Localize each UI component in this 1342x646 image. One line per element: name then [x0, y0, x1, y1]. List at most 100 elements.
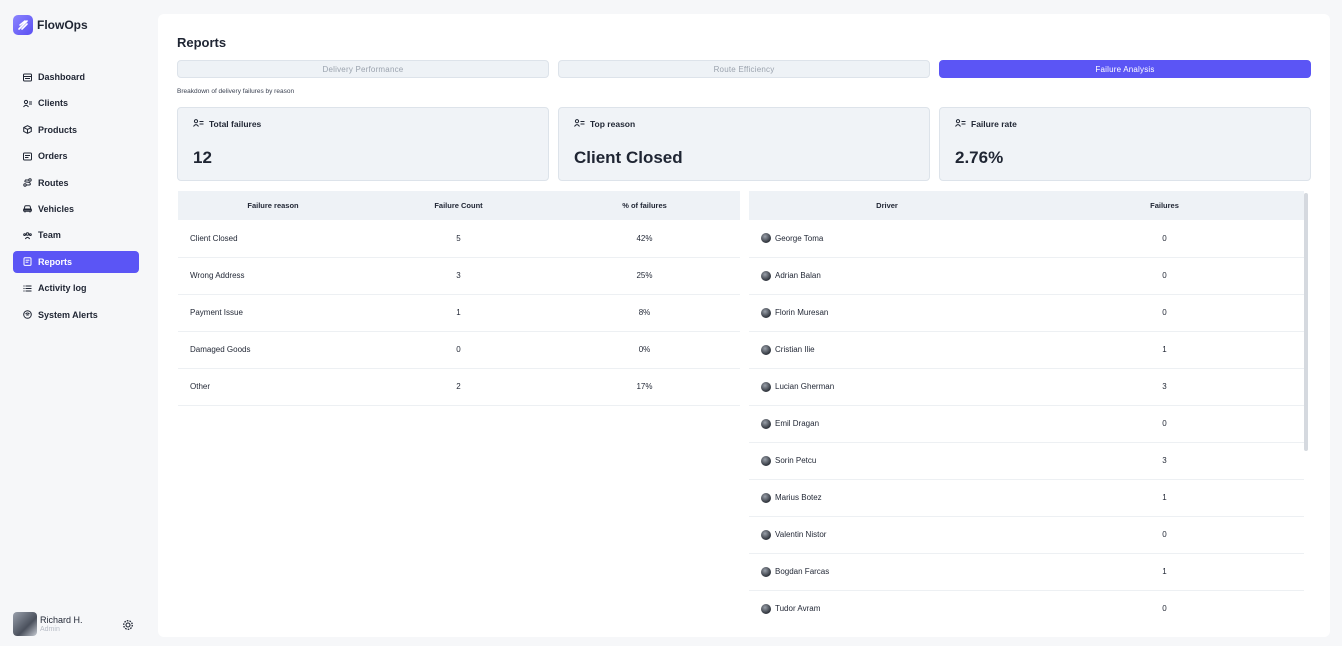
percent-cell: 25% [549, 257, 740, 295]
table-row[interactable]: Adrian Balan 0 [749, 257, 1304, 295]
percent-cell: 17% [549, 368, 740, 406]
percent-cell: 0% [549, 331, 740, 369]
sidebar: FlowOps Dashboard Clients Products Order… [0, 0, 152, 646]
sidebar-item-system-alerts[interactable]: System Alerts [13, 304, 139, 326]
table-row[interactable]: Tudor Avram 0 [749, 590, 1304, 617]
table-row[interactable]: Florin Muresan 0 [749, 294, 1304, 332]
sidebar-item-label: Clients [38, 98, 69, 109]
driver-avatar [761, 492, 771, 503]
user-profile[interactable]: Richard H. Admin [13, 612, 139, 636]
failures-cell: 0 [1025, 220, 1304, 258]
stat-value: 12 [193, 148, 212, 167]
count-cell: 1 [368, 294, 549, 332]
column-header[interactable]: Failure Count [368, 191, 549, 220]
tab-route-efficiency[interactable]: Route Efficiency [558, 60, 930, 78]
failures-cell: 1 [1025, 479, 1304, 517]
column-header[interactable]: Failure reason [178, 191, 368, 220]
sidebar-item-team[interactable]: Team [13, 224, 139, 246]
sidebar-item-products[interactable]: Products [13, 119, 139, 141]
driver-name: Adrian Balan [775, 271, 821, 280]
driver-name: Cristian Ilie [775, 345, 815, 354]
sidebar-item-orders[interactable]: Orders [13, 145, 139, 167]
sidebar-item-label: System Alerts [38, 309, 98, 320]
table-row[interactable]: Valentin Nistor 0 [749, 516, 1304, 554]
drivers-table-scroll[interactable]: Driver Failures George Toma 0 Adrian Bala… [749, 191, 1314, 617]
alerts-icon [23, 310, 32, 319]
count-cell: 5 [368, 220, 549, 258]
failures-cell: 1 [1025, 553, 1304, 591]
stat-value: Client Closed [574, 148, 683, 167]
stat-icon [574, 119, 585, 129]
table-row[interactable]: Client Closed 5 42% [178, 220, 740, 258]
list-icon [23, 284, 32, 293]
sidebar-item-vehicles[interactable]: Vehicles [13, 198, 139, 220]
driver-failures-table: Driver Failures George Toma 0 Adrian Bala… [749, 191, 1304, 617]
driver-avatar [761, 418, 771, 429]
driver-avatar [761, 455, 771, 466]
reason-cell: Wrong Address [178, 257, 368, 295]
reports-icon [23, 257, 32, 267]
sidebar-item-label: Orders [38, 151, 68, 162]
table-row[interactable]: Emil Dragan 0 [749, 405, 1304, 443]
count-cell: 2 [368, 368, 549, 406]
gear-icon[interactable] [122, 618, 134, 630]
sidebar-item-label: Activity log [38, 283, 87, 294]
driver-avatar [761, 381, 771, 392]
failures-cell: 3 [1025, 368, 1304, 406]
driver-name: Tudor Avram [775, 604, 821, 613]
sidebar-item-activity-log[interactable]: Activity log [13, 277, 139, 299]
avatar [13, 612, 37, 636]
failures-cell: 1 [1025, 331, 1304, 369]
reason-cell: Other [178, 368, 368, 406]
team-icon [23, 231, 32, 240]
clients-icon [23, 99, 32, 108]
driver-name: Valentin Nistor [775, 530, 827, 539]
failure-reasons-table: Failure reason Failure Count % of failur… [178, 191, 740, 406]
orders-icon [23, 152, 32, 161]
stat-card-top-reason: Top reason Client Closed [558, 107, 930, 181]
products-icon [23, 125, 32, 135]
driver-avatar [761, 603, 771, 614]
sidebar-item-routes[interactable]: Routes [13, 172, 139, 194]
driver-name: Marius Botez [775, 493, 822, 502]
main-panel: Reports Delivery Performance Route Effic… [158, 14, 1330, 637]
tab-failure-analysis[interactable]: Failure Analysis [939, 60, 1311, 78]
page-subtitle: Breakdown of delivery failures by reason [177, 88, 295, 95]
table-row[interactable]: Sorin Petcu 3 [749, 442, 1304, 480]
table-row[interactable]: Marius Botez 1 [749, 479, 1304, 517]
sidebar-item-dashboard[interactable]: Dashboard [13, 66, 139, 88]
failures-cell: 0 [1025, 405, 1304, 443]
sidebar-item-clients[interactable]: Clients [13, 92, 139, 114]
reason-cell: Damaged Goods [178, 331, 368, 369]
table-row[interactable]: Wrong Address 3 25% [178, 257, 740, 295]
column-header[interactable]: % of failures [549, 191, 740, 220]
percent-cell: 8% [549, 294, 740, 332]
table-row[interactable]: Other 2 17% [178, 368, 740, 406]
sidebar-item-label: Reports [38, 256, 73, 267]
scrollbar[interactable] [1304, 193, 1308, 451]
stat-card-failure-rate: Failure rate 2.76% [939, 107, 1311, 181]
column-header[interactable]: Driver [749, 191, 1025, 220]
table-row[interactable]: Damaged Goods 0 0% [178, 331, 740, 369]
sidebar-item-reports[interactable]: Reports [13, 250, 139, 273]
flowops-logo-icon [13, 15, 33, 35]
stat-value: 2.76% [955, 148, 1004, 167]
stat-label: Total failures [209, 119, 262, 129]
table-row[interactable]: Cristian Ilie 1 [749, 331, 1304, 369]
table-row[interactable]: Lucian Gherman 3 [749, 368, 1304, 406]
driver-avatar [761, 270, 771, 281]
column-header[interactable]: Failures [1025, 191, 1304, 220]
brand[interactable]: FlowOps [13, 15, 88, 35]
table-row[interactable]: George Toma 0 [749, 220, 1304, 258]
count-cell: 0 [368, 331, 549, 369]
failures-cell: 0 [1025, 294, 1304, 332]
table-row[interactable]: Payment Issue 1 8% [178, 294, 740, 332]
failures-cell: 0 [1025, 516, 1304, 554]
stat-icon [955, 119, 966, 129]
reason-cell: Client Closed [178, 220, 368, 258]
app-name: FlowOps [37, 18, 88, 32]
stat-card-total-failures: Total failures 12 [177, 107, 549, 181]
tab-delivery-performance[interactable]: Delivery Performance [177, 60, 549, 78]
table-row[interactable]: Bogdan Farcas 1 [749, 553, 1304, 591]
driver-name: Sorin Petcu [775, 456, 817, 465]
